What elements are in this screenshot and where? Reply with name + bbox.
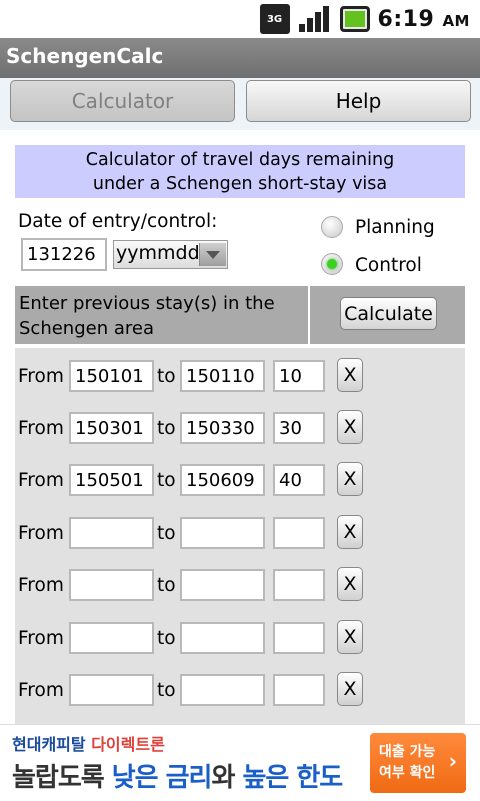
app-title: SchengenCalc bbox=[6, 44, 164, 68]
status-icons: 3G 6:19 AM bbox=[259, 2, 470, 36]
control-radio[interactable] bbox=[321, 253, 343, 275]
to-label: to bbox=[157, 418, 176, 439]
clock: 6:19 AM bbox=[378, 7, 470, 32]
from-label: From bbox=[18, 523, 64, 544]
days-input[interactable] bbox=[273, 622, 325, 654]
stay-row: From 150301 to 150330 30 X bbox=[15, 410, 465, 448]
to-label: to bbox=[157, 680, 176, 701]
to-label: to bbox=[157, 366, 176, 387]
to-date-input[interactable] bbox=[180, 569, 265, 601]
network-3g-icon: 3G bbox=[259, 4, 290, 34]
title-bar: SchengenCalc bbox=[0, 38, 480, 78]
banner-line-1: Calculator of travel days remaining bbox=[85, 150, 395, 170]
from-date-input[interactable] bbox=[69, 622, 154, 654]
remove-stay-button[interactable]: X bbox=[337, 567, 363, 601]
to-date-input[interactable]: 150110 bbox=[180, 360, 265, 392]
remove-stay-button[interactable]: X bbox=[337, 462, 363, 496]
ad-brand-b: 다이렉트론 bbox=[91, 735, 165, 754]
control-label[interactable]: Control bbox=[355, 255, 422, 276]
from-label: From bbox=[18, 418, 64, 439]
ad-headline-4: 높은 한도 bbox=[242, 763, 343, 793]
from-label: From bbox=[18, 470, 64, 491]
to-label: to bbox=[157, 523, 176, 544]
stays-header: Enter previous stay(s) in the Schengen a… bbox=[15, 286, 465, 344]
stay-row: From to X bbox=[15, 672, 465, 710]
ad-cta-button[interactable]: 대출 가능 여부 확인 › bbox=[370, 733, 466, 793]
stays-header-line-2: Schengen area bbox=[19, 318, 154, 339]
battery-icon bbox=[339, 6, 370, 32]
to-date-input[interactable]: 150330 bbox=[180, 412, 265, 444]
ad-headline: 놀랍도록 낮은 금리와 높은 한도 bbox=[12, 757, 343, 794]
planning-radio[interactable] bbox=[321, 216, 343, 238]
stays-list: From 150101 to 150110 10 X From 150301 t… bbox=[15, 348, 465, 724]
to-label: to bbox=[157, 575, 176, 596]
remove-stay-button[interactable]: X bbox=[337, 410, 363, 444]
from-date-input[interactable]: 150101 bbox=[69, 360, 154, 392]
from-date-input[interactable] bbox=[69, 569, 154, 601]
ad-headline-3: 와 bbox=[211, 763, 235, 793]
planning-label[interactable]: Planning bbox=[355, 217, 435, 238]
date-format-value: yymmdd bbox=[116, 242, 200, 264]
stay-row: From 150501 to 150609 40 X bbox=[15, 462, 465, 500]
from-label: From bbox=[18, 680, 64, 701]
remove-stay-button[interactable]: X bbox=[337, 358, 363, 392]
info-banner: Calculator of travel days remaining unde… bbox=[15, 145, 465, 198]
header-divider bbox=[308, 286, 310, 344]
banner-line-2: under a Schengen short-stay visa bbox=[92, 174, 388, 194]
from-date-input[interactable] bbox=[69, 517, 154, 549]
stays-header-text: Enter previous stay(s) in the Schengen a… bbox=[19, 291, 275, 341]
stay-row: From to X bbox=[15, 515, 465, 553]
remove-stay-button[interactable]: X bbox=[337, 515, 363, 549]
from-label: From bbox=[18, 366, 64, 387]
status-bar: 3G 6:19 AM bbox=[0, 0, 480, 38]
entry-date-label: Date of entry/control: bbox=[18, 211, 218, 232]
chevron-right-icon: › bbox=[448, 749, 457, 773]
to-date-input[interactable] bbox=[180, 622, 265, 654]
to-date-input[interactable] bbox=[180, 517, 265, 549]
days-input[interactable]: 30 bbox=[273, 412, 325, 444]
stay-row: From 150101 to 150110 10 X bbox=[15, 358, 465, 396]
tab-help[interactable]: Help bbox=[246, 80, 471, 122]
to-label: to bbox=[157, 470, 176, 491]
calculate-button[interactable]: Calculate bbox=[340, 297, 437, 330]
date-format-select[interactable]: yymmdd bbox=[113, 240, 228, 269]
ad-headline-2: 낮은 금리 bbox=[111, 763, 213, 793]
to-date-input[interactable] bbox=[180, 674, 265, 706]
ad-banner[interactable]: 현대캐피탈 다이렉트론 놀랍도록 낮은 금리와 높은 한도 대출 가능 여부 확… bbox=[0, 724, 480, 801]
from-date-input[interactable]: 150501 bbox=[69, 464, 154, 496]
from-label: From bbox=[18, 628, 64, 649]
days-input[interactable]: 10 bbox=[273, 360, 325, 392]
remove-stay-button[interactable]: X bbox=[337, 672, 363, 706]
clock-time: 6:19 bbox=[377, 6, 435, 32]
from-date-input[interactable] bbox=[69, 674, 154, 706]
dropdown-arrow-icon[interactable] bbox=[199, 243, 226, 266]
days-input[interactable] bbox=[273, 569, 325, 601]
remove-stay-button[interactable]: X bbox=[337, 620, 363, 654]
days-input[interactable] bbox=[273, 517, 325, 549]
stay-row: From to X bbox=[15, 620, 465, 658]
tab-bar: Calculator Help bbox=[0, 78, 480, 130]
tab-calculator[interactable]: Calculator bbox=[10, 80, 235, 122]
ad-brand-a: 현대캐피탈 bbox=[12, 735, 86, 754]
to-date-input[interactable]: 150609 bbox=[180, 464, 265, 496]
stay-row: From to X bbox=[15, 567, 465, 605]
to-label: to bbox=[157, 628, 176, 649]
from-date-input[interactable]: 150301 bbox=[69, 412, 154, 444]
signal-strength-icon bbox=[298, 4, 332, 34]
days-input[interactable]: 40 bbox=[273, 464, 325, 496]
entry-date-input[interactable]: 131226 bbox=[21, 238, 107, 271]
ad-headline-1: 놀랍도록 bbox=[12, 763, 105, 793]
days-input[interactable] bbox=[273, 674, 325, 706]
clock-ampm: AM bbox=[442, 11, 470, 30]
from-label: From bbox=[18, 575, 64, 596]
ad-brand: 현대캐피탈 다이렉트론 bbox=[12, 731, 165, 755]
stays-header-line-1: Enter previous stay(s) in the bbox=[19, 293, 275, 314]
